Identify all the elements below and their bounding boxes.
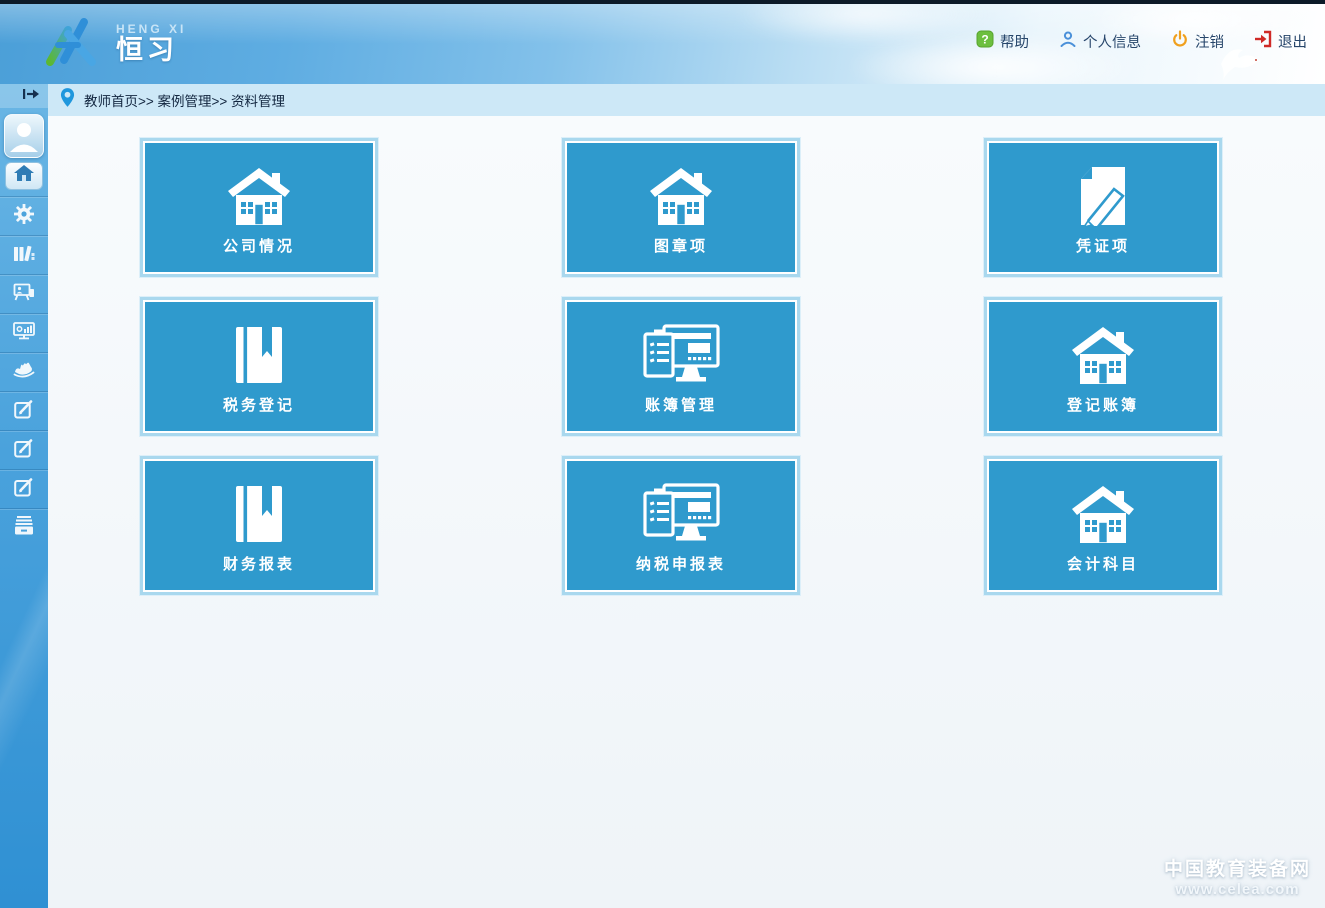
profile-label: 个人信息 (1083, 31, 1141, 52)
document-pen-icon (1075, 165, 1131, 227)
tile-label: 公司情况 (223, 235, 295, 256)
tile-grid: 公司情况 (140, 138, 1222, 595)
tile-voucher-items[interactable]: 凭证项 (984, 138, 1222, 277)
tile-stamp-items[interactable]: 图章项 (562, 138, 800, 277)
tile-accounting-subjects[interactable]: 会计科目 (984, 456, 1222, 595)
tile-label: 纳税申报表 (636, 553, 726, 574)
watermark: 中国教育装备网 www.celea.com (1164, 854, 1311, 898)
house-icon (1071, 324, 1135, 386)
watermark-line2: www.celea.com (1164, 881, 1311, 898)
location-pin-icon (60, 87, 75, 113)
profile-button[interactable]: 个人信息 (1059, 30, 1141, 53)
service-hand-icon (13, 361, 35, 383)
sidebar-avatar[interactable] (4, 114, 44, 158)
sidebar-item-monitor-stats[interactable] (0, 313, 48, 352)
tile-label: 会计科目 (1067, 553, 1139, 574)
help-label: 帮助 (1000, 31, 1029, 52)
monitor-checklist-icon (642, 324, 720, 386)
avatar-icon (7, 118, 41, 157)
exit-label: 退出 (1278, 31, 1307, 52)
hx-logo-icon (44, 14, 106, 73)
house-icon (649, 165, 713, 227)
tile-ledger-management[interactable]: 账簿管理 (562, 297, 800, 436)
user-icon (1059, 30, 1077, 53)
book-icon (235, 324, 283, 386)
breadcrumb-bar: 教师首页>> 案例管理>> 资料管理 (48, 84, 1325, 116)
tile-register-ledgers[interactable]: 登记账簿 (984, 297, 1222, 436)
sidebar-collapse-button[interactable] (0, 84, 48, 108)
header: HENG XI 恒习 ? 帮助 (0, 4, 1325, 84)
tile-label: 财务报表 (223, 553, 295, 574)
tile-financial-statements[interactable]: 财务报表 (140, 456, 378, 595)
tile-label: 图章项 (654, 235, 708, 256)
power-icon (1171, 30, 1189, 53)
book-icon (235, 483, 283, 545)
sidebar (0, 84, 48, 908)
logout-button[interactable]: 注销 (1171, 30, 1224, 53)
brand-name-cn: 恒习 (116, 36, 186, 64)
svg-text:?: ? (981, 33, 988, 47)
exit-button[interactable]: 退出 (1254, 30, 1307, 53)
library-books-icon (13, 244, 35, 267)
main-panel: 公司情况 (48, 116, 1325, 908)
edit-icon (14, 399, 34, 424)
help-icon: ? (976, 30, 994, 53)
tile-label: 税务登记 (223, 394, 295, 415)
sidebar-item-service[interactable] (0, 352, 48, 391)
tile-label: 账簿管理 (645, 394, 717, 415)
content-area: 教师首页>> 案例管理>> 资料管理 (48, 84, 1325, 908)
exit-icon (1254, 30, 1272, 53)
monitor-stats-icon (13, 322, 35, 345)
presentation-icon (13, 283, 35, 306)
help-button[interactable]: ? 帮助 (976, 30, 1029, 53)
tile-company-info[interactable]: 公司情况 (140, 138, 378, 277)
monitor-checklist-icon (642, 483, 720, 545)
gear-icon (14, 204, 34, 229)
sidebar-item-settings[interactable] (0, 196, 48, 235)
tile-label: 凭证项 (1076, 235, 1130, 256)
top-menu: ? 帮助 个人信息 (976, 30, 1307, 53)
sidebar-home-button[interactable] (5, 162, 43, 190)
collapse-arrow-icon (22, 87, 40, 105)
tile-tax-returns[interactable]: 纳税申报表 (562, 456, 800, 595)
tile-label: 登记账簿 (1067, 394, 1139, 415)
logout-label: 注销 (1195, 31, 1224, 52)
tile-tax-registration[interactable]: 税务登记 (140, 297, 378, 436)
sidebar-item-library[interactable] (0, 235, 48, 274)
house-icon (1071, 483, 1135, 545)
house-icon (227, 165, 291, 227)
sidebar-item-presentation[interactable] (0, 274, 48, 313)
watermark-line1: 中国教育装备网 (1164, 854, 1311, 881)
breadcrumb[interactable]: 教师首页>> 案例管理>> 资料管理 (84, 90, 285, 110)
app-window: HENG XI 恒习 ? 帮助 (0, 0, 1325, 908)
brand-logo: HENG XI 恒习 (44, 14, 186, 73)
home-icon (14, 165, 34, 187)
